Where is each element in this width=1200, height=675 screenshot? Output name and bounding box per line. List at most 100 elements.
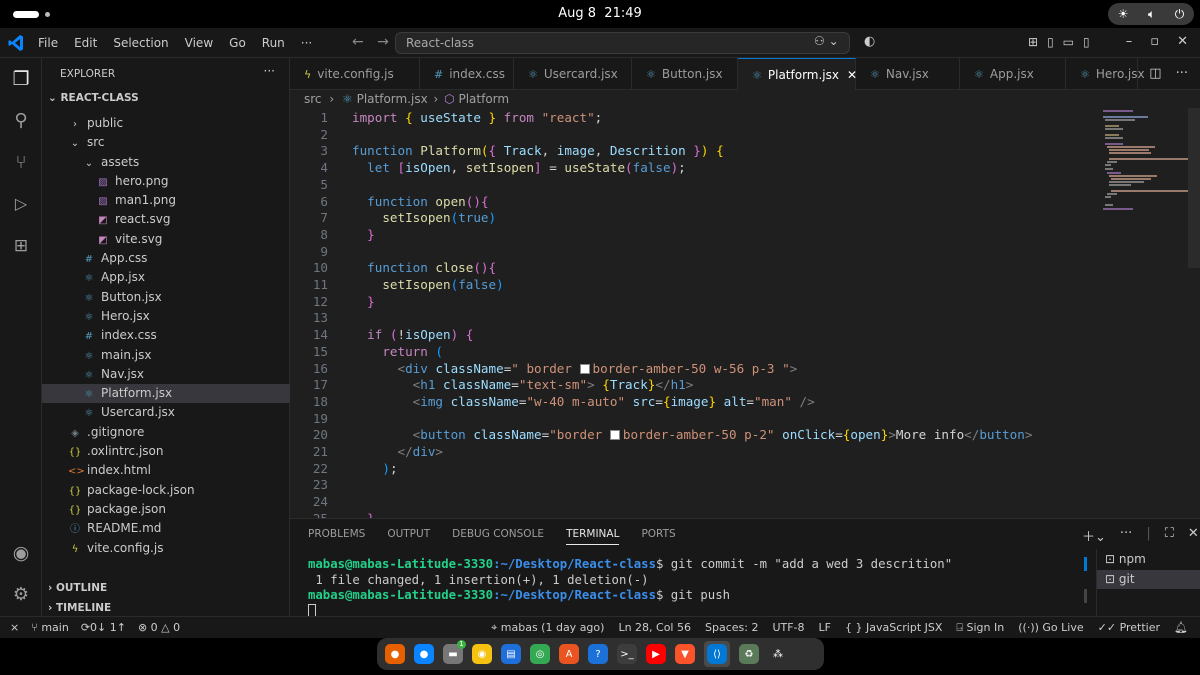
tree-item-app-css[interactable]: # App.css (42, 249, 290, 268)
close-panel-icon[interactable]: ✕ (1188, 526, 1199, 545)
cursor-position[interactable]: Ln 28, Col 56 (618, 617, 691, 639)
tree-item-vite-svg[interactable]: ◩ vite.svg (42, 230, 290, 249)
panel-tab-ports[interactable]: PORTS (641, 528, 675, 545)
panel-tab-output[interactable]: OUTPUT (387, 528, 430, 545)
terminal-session-git[interactable]: ⊡ git (1097, 570, 1200, 589)
tab-nav-jsx[interactable]: ⚛ Nav.jsx (856, 58, 960, 90)
tree-item-app-jsx[interactable]: ⚛ App.jsx (42, 268, 290, 287)
sign-in[interactable]: ⍈ Sign In (956, 617, 1004, 639)
extensions-icon[interactable]: ⊞ (10, 236, 32, 258)
back-arrow-icon[interactable]: ← (352, 34, 364, 50)
editor-scrollbar[interactable] (1188, 108, 1200, 268)
tab-platform-jsx[interactable]: ⚛ Platform.jsx ✕ (738, 58, 857, 90)
tab-usercard-jsx[interactable]: ⚛ Usercard.jsx (514, 58, 632, 90)
tree-item-package-lock-json[interactable]: {} package-lock.json (42, 481, 290, 500)
dock-thunderbird[interactable]: ● (414, 644, 434, 664)
menu-edit[interactable]: Edit (74, 36, 97, 50)
panel-more-icon[interactable]: ··· (1120, 526, 1132, 545)
git-sync[interactable]: ⟳0↓ 1↑ (81, 617, 126, 639)
accounts-badge-icon[interactable]: ◐ (864, 34, 875, 49)
panel-tab-problems[interactable]: PROBLEMS (308, 528, 365, 545)
tree-item-gitignore[interactable]: ◈ .gitignore (42, 423, 290, 442)
system-status-menu[interactable]: ☀ 🔈︎ ⏻ (1108, 3, 1194, 25)
menu-go[interactable]: Go (229, 36, 246, 50)
dock-show-apps[interactable]: ⁂ (768, 644, 788, 664)
toggle-secondary-sidebar-icon[interactable]: ▯ (1083, 35, 1090, 49)
maximize-icon[interactable]: ▫ (1150, 34, 1159, 49)
tree-item-hero-png[interactable]: ▨ hero.png (42, 172, 290, 191)
close-icon[interactable]: ✕ (1177, 34, 1188, 49)
dock-chrome[interactable]: ◎ (530, 644, 550, 664)
breadcrumb-folder[interactable]: src (304, 92, 322, 106)
language-mode[interactable]: { } JavaScript JSX (845, 617, 942, 639)
menu-run[interactable]: Run (262, 36, 285, 50)
more-actions-icon[interactable]: ··· (1176, 66, 1188, 81)
tree-item-readme-md[interactable]: ⓘ README.md (42, 519, 290, 538)
system-clock[interactable]: Aug 8 21:49 (0, 6, 1200, 21)
dock-trash[interactable]: ♻ (739, 644, 759, 664)
tree-item-hero-jsx[interactable]: ⚛ Hero.jsx (42, 307, 290, 326)
dock-files[interactable]: ▬ 1 (443, 640, 466, 664)
dock-youtube[interactable]: ▶ (646, 644, 666, 664)
vscode-logo-icon[interactable] (8, 34, 24, 52)
dock-help[interactable]: ? (588, 644, 608, 664)
git-blame[interactable]: ⌖ mabas (1 day ago) (491, 617, 604, 639)
customize-layout-icon[interactable]: ⊞ (1028, 35, 1038, 49)
menu-view[interactable]: View (185, 36, 213, 50)
prettier[interactable]: ✓✓ Prettier (1098, 617, 1160, 639)
copilot-icon[interactable]: ⚇ ⌄ (814, 34, 839, 48)
tab-hero-jsx[interactable]: ⚛ Hero.jsx (1066, 58, 1145, 90)
search-icon[interactable]: ⚲ (10, 110, 32, 132)
new-terminal-icon[interactable]: ＋⌄ (1082, 526, 1106, 545)
source-control-icon[interactable]: ⑂ (10, 152, 32, 174)
tab-button-jsx[interactable]: ⚛ Button.jsx (632, 58, 738, 90)
forward-arrow-icon[interactable]: → (377, 34, 389, 50)
end-of-line[interactable]: LF (819, 617, 831, 639)
indentation[interactable]: Spaces: 2 (705, 617, 758, 639)
menu-file[interactable]: File (38, 36, 58, 50)
minimap[interactable] (1095, 108, 1191, 518)
dock-firefox[interactable]: ● (385, 644, 405, 664)
tree-item-platform-jsx[interactable]: ⚛ Platform.jsx (42, 384, 290, 404)
dock-brave[interactable]: ▼ (675, 644, 695, 664)
go-live[interactable]: ((·)) Go Live (1018, 617, 1083, 639)
encoding[interactable]: UTF-8 (772, 617, 804, 639)
dock-libreoffice-writer[interactable]: ▤ (501, 644, 521, 664)
tab-vite-config-js[interactable]: ϟ vite.config.js (290, 58, 420, 90)
tree-item-man1-png[interactable]: ▨ man1.png (42, 191, 290, 210)
outline-section[interactable]: › OUTLINE (48, 582, 107, 594)
tree-item-index-html[interactable]: <> index.html (42, 461, 290, 480)
tree-item-src[interactable]: ⌄ src (42, 133, 290, 152)
panel-tab-debug-console[interactable]: DEBUG CONSOLE (452, 528, 544, 545)
toggle-primary-sidebar-icon[interactable]: ▯ (1047, 35, 1054, 49)
dock-software-center[interactable]: A (559, 644, 579, 664)
explorer-icon[interactable]: ❐ (10, 68, 32, 90)
remote-indicator[interactable]: ⨯ (10, 617, 19, 639)
menu-selection[interactable]: Selection (113, 36, 168, 50)
dock-rhythmbox[interactable]: ◉ (472, 644, 492, 664)
code-editor[interactable]: 1 import { useState } from "react"; 2 3 func… (290, 108, 1200, 518)
breadcrumb-file[interactable]: Platform.jsx (357, 92, 428, 106)
split-editor-icon[interactable]: ◫ (1149, 66, 1161, 81)
timeline-section[interactable]: › TIMELINE (48, 602, 111, 614)
breadcrumb-symbol[interactable]: Platform (458, 92, 509, 106)
run-debug-icon[interactable]: ▷ (10, 194, 32, 216)
minimize-icon[interactable]: – (1126, 34, 1133, 49)
toggle-panel-icon[interactable]: ▭ (1063, 35, 1074, 49)
tree-item-assets[interactable]: ⌄ assets (42, 153, 290, 172)
tree-item-index-css[interactable]: # index.css (42, 326, 290, 345)
problems-count[interactable]: ⊗ 0 △ 0 (138, 617, 180, 639)
terminal-session-npm[interactable]: ⊡ npm (1097, 550, 1200, 569)
maximize-panel-icon[interactable]: ⛶ (1165, 526, 1174, 545)
tree-item-react-svg[interactable]: ◩ react.svg (42, 210, 290, 229)
tab-index-css[interactable]: # index.css (420, 58, 514, 90)
dock-vscode[interactable]: ⟨⟩ (704, 641, 730, 667)
terminal-output[interactable]: mabas@mabas-Latitude-3330:~/Desktop/Reac… (308, 557, 952, 619)
notifications-bell-icon[interactable]: 🔔︎ (1174, 617, 1188, 639)
panel-tab-terminal[interactable]: TERMINAL (566, 528, 620, 545)
tab-app-jsx[interactable]: ⚛ App.jsx (960, 58, 1066, 90)
tree-item-main-jsx[interactable]: ⚛ main.jsx (42, 346, 290, 365)
explorer-more-icon[interactable]: ··· (264, 64, 275, 78)
project-root-folder[interactable]: ⌄ REACT-CLASS (48, 92, 139, 104)
command-center-search[interactable]: React-class (395, 32, 850, 54)
